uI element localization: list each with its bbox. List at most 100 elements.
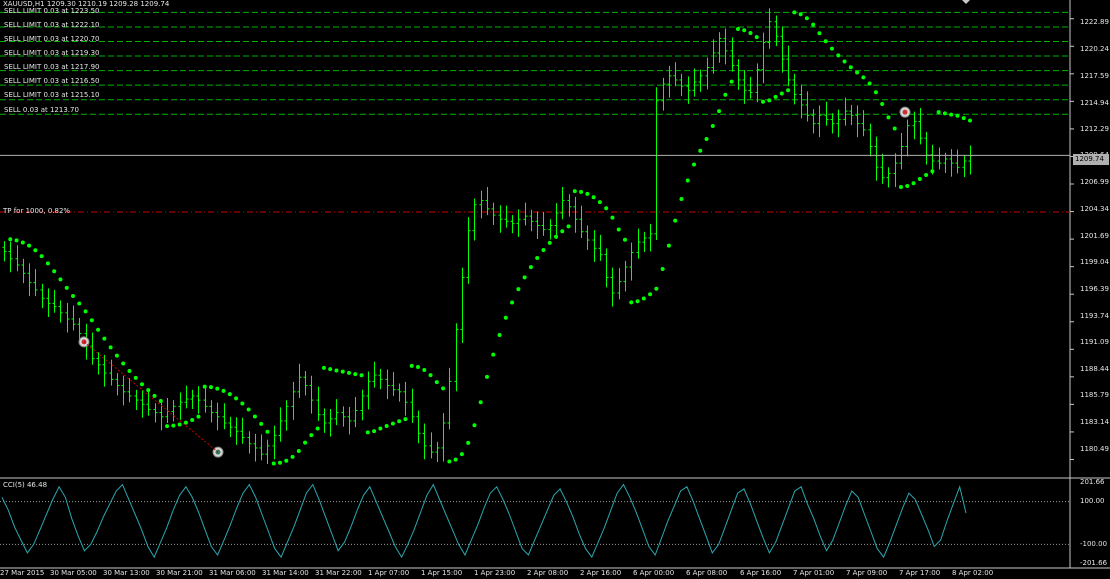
sar-dot [227,392,232,397]
time-tick: 30 Mar 05:00 [50,569,97,577]
sar-dot [20,240,25,245]
bid-price-box: 1209.74 [1073,154,1109,165]
sar-dot [635,299,640,304]
sar-dot [522,275,527,280]
sar-dot [880,102,885,107]
price-tick: 1204.34 [1080,205,1109,213]
order-label[interactable]: SELL LIMIT 0.03 at 1222.10 [4,21,99,30]
sar-dot [89,318,94,323]
sar-dot [704,136,709,141]
sar-dot [629,300,634,305]
price-chart[interactable] [0,0,1110,579]
sar-dot [554,234,558,239]
sar-dot [547,240,552,245]
sar-dot [196,414,201,419]
sar-dot [892,126,897,131]
sar-dot [710,124,715,129]
sar-dot [535,255,540,260]
order-label[interactable]: SELL LIMIT 0.03 at 1215.10 [4,91,99,100]
order-label[interactable]: SELL LIMIT 0.03 at 1220.70 [4,35,99,44]
sar-dot [340,369,345,374]
time-tick: 7 Apr 17:00 [899,569,941,577]
sar-dot [911,181,916,186]
sar-dot [861,75,866,80]
price-tick: 1206.99 [1080,178,1109,186]
time-tick: 31 Mar 14:00 [262,569,309,577]
sar-dot [146,388,151,393]
sar-dot [246,407,251,412]
sar-dot [748,31,753,36]
sar-dot [855,70,860,75]
sar-dot [303,440,308,445]
sar-dot [221,388,226,393]
order-label[interactable]: SELL LIMIT 0.03 at 1217.90 [4,63,99,72]
sar-dot [284,458,289,463]
indicator-label: CCI(5) 46.48 [3,481,48,489]
sar-dot [491,352,496,357]
sar-dot [403,417,408,422]
sar-dot [804,16,809,21]
sar-dot [108,345,113,350]
sar-dot [384,424,389,429]
sar-dot [510,300,515,305]
sar-dot [209,385,213,390]
order-label[interactable]: SELL LIMIT 0.03 at 1223.50 [4,7,99,16]
sar-dot [447,459,452,464]
time-tick: 2 Apr 16:00 [580,569,622,577]
sar-dot [485,374,489,379]
sar-dot [942,111,947,116]
sar-dot [372,429,377,434]
order-label[interactable]: SELL LIMIT 0.03 at 1219.30 [4,49,99,58]
sar-dot [133,375,138,380]
sar-dot [8,237,13,242]
sar-dot [315,426,320,431]
sar-dot [202,384,207,389]
price-tick: 1193.74 [1080,312,1109,320]
sar-dot [830,46,834,51]
price-tick: 1222.89 [1080,18,1109,26]
time-tick: 27 Mar 2015 [0,569,45,577]
time-tick: 7 Apr 09:00 [846,569,888,577]
sar-dot [792,10,797,15]
sar-dot [359,373,364,378]
sar-dot [472,423,477,428]
sar-dot [190,417,195,422]
sar-dot [96,327,101,332]
time-tick: 31 Mar 06:00 [209,569,256,577]
sar-dot [729,79,734,84]
sar-dot [779,91,784,96]
price-tick: 1217.59 [1080,72,1109,80]
sar-dot [654,286,659,291]
price-tick: 1199.04 [1080,258,1109,266]
sar-dot [917,176,922,181]
sar-dot [290,454,295,459]
sar-dot [52,269,57,274]
order-label[interactable]: SELL 0.03 at 1213.70 [4,106,79,115]
sar-dot [566,224,571,229]
tp-label[interactable]: TP for 1000, 0.82% [3,207,70,216]
sar-dot [240,401,245,406]
cci-level-tick: 201.66 [1080,478,1105,486]
price-tick: 1201.69 [1080,232,1109,240]
sar-dot [836,53,841,58]
sar-dot [597,200,602,205]
price-tick: 1212.29 [1080,125,1109,133]
sar-dot [497,332,502,337]
sar-dot [955,113,960,118]
sar-dot [296,448,301,453]
price-tick: 1196.39 [1080,285,1109,293]
sar-dot [616,227,621,232]
sar-dot [478,400,483,405]
sar-dot [121,361,126,366]
cci-level-tick: 100.00 [1080,497,1105,505]
sar-dot [77,301,82,306]
sar-dot [459,452,464,457]
sar-dot [692,162,696,167]
sar-dot [503,315,508,320]
sar-dot [811,22,816,27]
order-label[interactable]: SELL LIMIT 0.03 at 1216.50 [4,77,99,86]
price-tick: 1220.24 [1080,45,1109,53]
chart-shift-marker[interactable] [962,0,970,4]
sar-dot [886,115,891,120]
sar-dot [278,460,282,465]
